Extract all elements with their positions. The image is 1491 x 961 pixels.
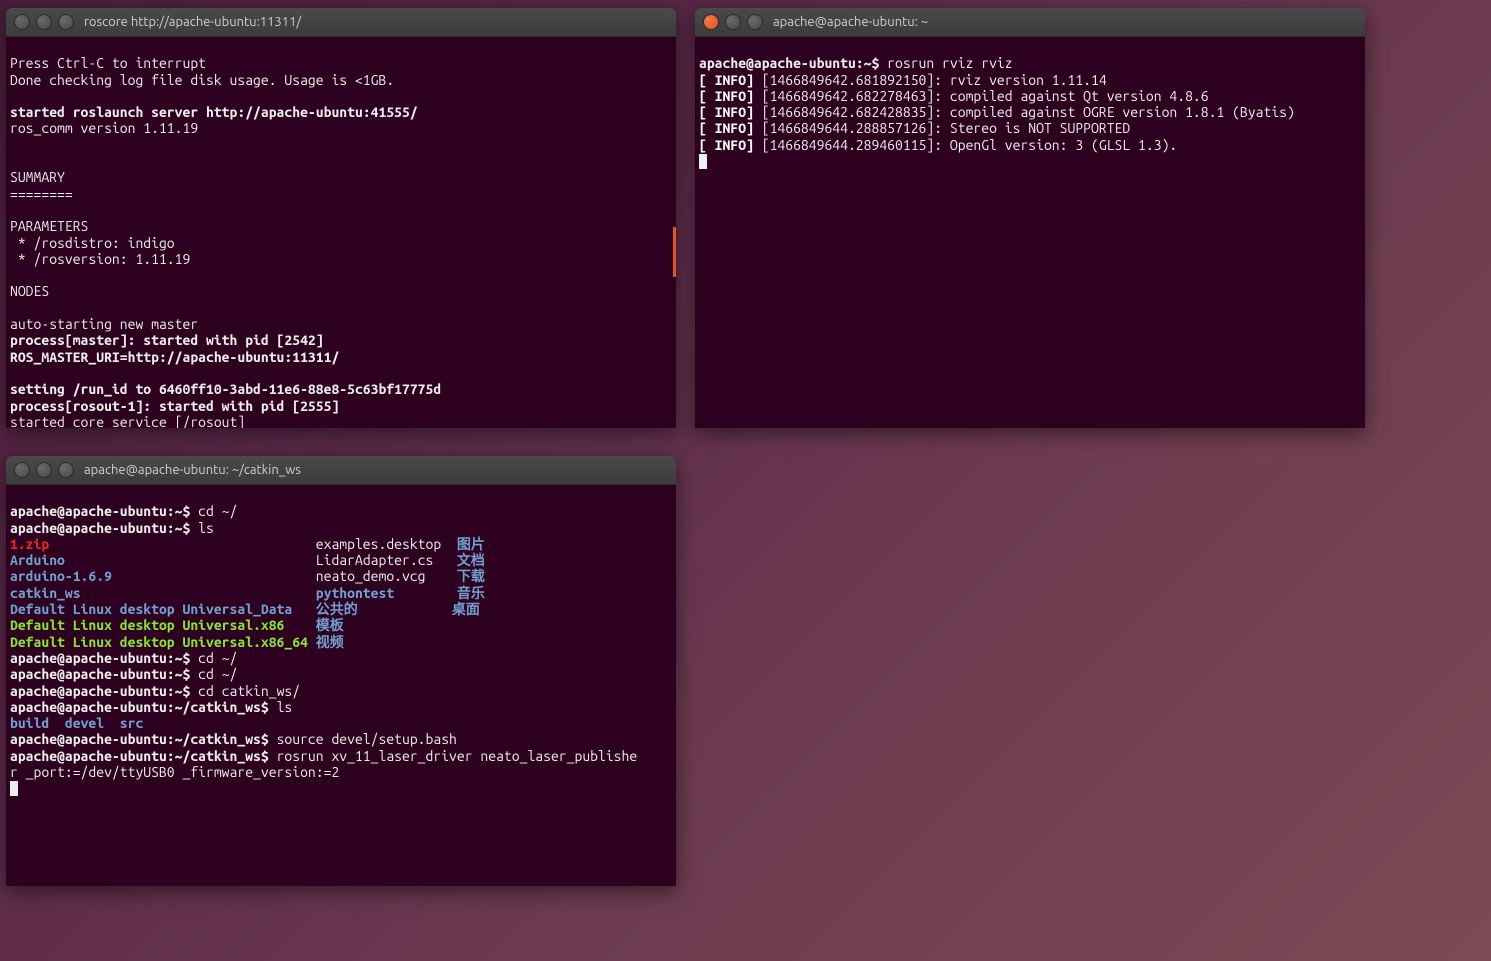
terminal-roscore[interactable]: roscore http://apache-ubuntu:11311/ Pres…: [6, 8, 676, 428]
dir: catkin_ws: [10, 585, 81, 601]
dir: pythontest: [316, 585, 394, 601]
output-line: ROS_MASTER_URI=http://apache-ubuntu:1131…: [10, 349, 339, 365]
dir: arduino-1.6.9: [10, 568, 112, 584]
ls-output: 1.zip examples.desktop 图片 Arduino LidarA…: [10, 536, 485, 650]
command-text: ls: [277, 699, 293, 715]
dir: 音乐: [457, 585, 485, 601]
dir: src: [120, 715, 144, 731]
info-tag: [ INFO]: [699, 120, 754, 136]
terminal-rviz[interactable]: apache@apache-ubuntu: ~ apache@apache-ub…: [695, 8, 1365, 428]
close-icon[interactable]: [703, 14, 719, 30]
info-tag: [ INFO]: [699, 104, 754, 120]
dir: 模板: [316, 617, 344, 633]
command-text: ls: [198, 520, 214, 536]
prompt: apache@apache-ubuntu:~$: [10, 666, 198, 682]
command-text: source devel/setup.bash: [277, 731, 457, 747]
output-line: started roslaunch server http://apache-u…: [10, 104, 418, 120]
window-title: apache@apache-ubuntu: ~: [773, 15, 928, 29]
info-tag: [ INFO]: [699, 88, 754, 104]
command-text: cd catkin_ws/: [198, 683, 300, 699]
command-text: cd ~/: [198, 650, 237, 666]
titlebar[interactable]: roscore http://apache-ubuntu:11311/: [6, 8, 676, 37]
dir: 公共的: [316, 601, 358, 617]
output-line: process[master]: started with pid [2542]: [10, 332, 324, 348]
titlebar[interactable]: apache@apache-ubuntu: ~/catkin_ws: [6, 456, 676, 485]
file-archive: 1.zip: [10, 536, 49, 552]
dir: 下载: [457, 568, 485, 584]
prompt: apache@apache-ubuntu:~$: [10, 520, 198, 536]
prompt: apache@apache-ubuntu:~/catkin_ws$: [10, 699, 277, 715]
file: neato_demo.vcg: [316, 568, 426, 584]
output-line: [1466849642.682428835]: compiled against…: [754, 104, 1295, 120]
exec: Default Linux desktop Universal.x86_64: [10, 634, 308, 650]
output-line: * /rosversion: 1.11.19: [10, 251, 190, 267]
prompt: apache@apache-ubuntu:~$: [10, 650, 198, 666]
prompt: apache@apache-ubuntu:~/catkin_ws$: [10, 748, 277, 764]
command-text: cd ~/: [198, 666, 237, 682]
prompt: apache@apache-ubuntu:~$: [699, 55, 887, 71]
dir: 文档: [457, 552, 485, 568]
titlebar[interactable]: apache@apache-ubuntu: ~: [695, 8, 1365, 37]
output-line: Done checking log file disk usage. Usage…: [10, 72, 394, 88]
command-text: r _port:=/dev/ttyUSB0 _firmware_version:…: [10, 764, 339, 780]
output-line: [1466849644.289460115]: OpenGl version: …: [754, 137, 1177, 153]
dir: Arduino: [10, 552, 65, 568]
prompt: apache@apache-ubuntu:~/catkin_ws$: [10, 731, 277, 747]
output-line: ========: [10, 186, 73, 202]
command-text: rosrun xv_11_laser_driver neato_laser_pu…: [277, 748, 638, 764]
dir: build: [10, 715, 49, 731]
window-title: roscore http://apache-ubuntu:11311/: [84, 15, 301, 29]
dir: 桌面: [452, 601, 480, 617]
window-title: apache@apache-ubuntu: ~/catkin_ws: [84, 463, 301, 477]
output-line: process[rosout-1]: started with pid [255…: [10, 398, 339, 414]
dir: 图片: [457, 536, 485, 552]
terminal-body[interactable]: apache@apache-ubuntu:~$ rosrun rviz rviz…: [695, 37, 1365, 188]
window-controls: [14, 14, 74, 30]
window-controls: [703, 14, 763, 30]
maximize-icon[interactable]: [747, 14, 763, 30]
output-line: ros_comm version 1.11.19: [10, 120, 198, 136]
cursor-icon: [699, 154, 707, 169]
dir: Default Linux desktop Universal_Data: [10, 601, 292, 617]
minimize-icon[interactable]: [36, 14, 52, 30]
output-line: auto-starting new master: [10, 316, 198, 332]
output-line: Press Ctrl-C to interrupt: [10, 55, 206, 71]
command-text: cd ~/: [198, 503, 237, 519]
output-line: [1466849642.681892150]: rviz version 1.1…: [754, 72, 1107, 88]
minimize-icon[interactable]: [36, 462, 52, 478]
output-line: * /rosdistro: indigo: [10, 235, 175, 251]
close-icon[interactable]: [14, 462, 30, 478]
dir: devel: [65, 715, 104, 731]
minimize-icon[interactable]: [725, 14, 741, 30]
terminal-body[interactable]: Press Ctrl-C to interrupt Done checking …: [6, 37, 676, 428]
output-line: setting /run_id to 6460ff10-3abd-11e6-88…: [10, 381, 441, 397]
prompt: apache@apache-ubuntu:~$: [10, 683, 198, 699]
command-text: rosrun rviz rviz: [887, 55, 1012, 71]
window-controls: [14, 462, 74, 478]
output-line: PARAMETERS: [10, 218, 88, 234]
prompt: apache@apache-ubuntu:~$: [10, 503, 198, 519]
maximize-icon[interactable]: [58, 14, 74, 30]
output-line: started core service [/rosout]: [10, 414, 245, 428]
output-line: [1466849644.288857126]: Stereo is NOT SU…: [754, 120, 1130, 136]
terminal-catkin[interactable]: apache@apache-ubuntu: ~/catkin_ws apache…: [6, 456, 676, 886]
file: LidarAdapter.cs: [316, 552, 434, 568]
scrollbar[interactable]: [673, 227, 676, 277]
terminal-body[interactable]: apache@apache-ubuntu:~$ cd ~/ apache@apa…: [6, 485, 676, 815]
dir: 视频: [316, 634, 344, 650]
file: examples.desktop: [316, 536, 441, 552]
output-line: NODES: [10, 283, 49, 299]
cursor-icon: [10, 781, 18, 796]
info-tag: [ INFO]: [699, 72, 754, 88]
output-line: SUMMARY: [10, 169, 65, 185]
output-line: [1466849642.682278463]: compiled against…: [754, 88, 1209, 104]
maximize-icon[interactable]: [58, 462, 74, 478]
close-icon[interactable]: [14, 14, 30, 30]
info-tag: [ INFO]: [699, 137, 754, 153]
exec: Default Linux desktop Universal.x86: [10, 617, 284, 633]
